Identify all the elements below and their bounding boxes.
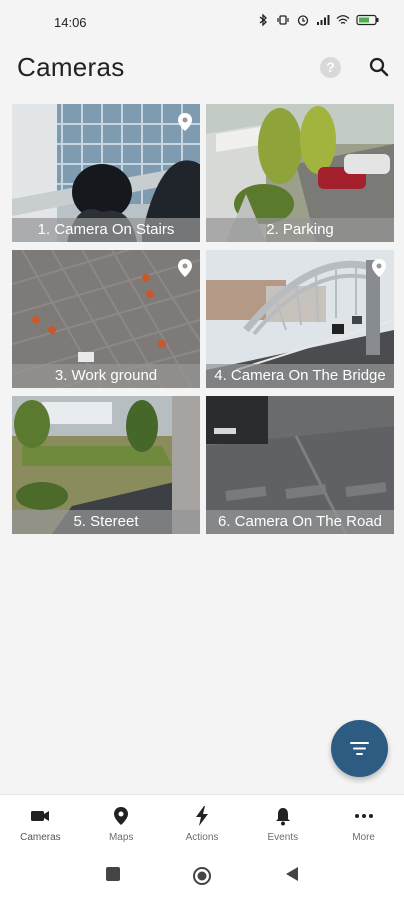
home-button[interactable] — [192, 866, 212, 886]
location-pin-icon — [178, 259, 192, 277]
location-pin-icon — [178, 113, 192, 131]
camera-icon — [31, 811, 50, 821]
nav-label: Events — [267, 832, 299, 843]
help-icon[interactable]: ? — [320, 57, 341, 78]
camera-label: 3. Work ground — [12, 364, 200, 388]
nav-item-more[interactable]: More — [323, 795, 404, 852]
camera-label: 4. Camera On The Bridge — [206, 364, 394, 388]
bell-icon — [275, 808, 290, 826]
more-icon — [354, 814, 373, 818]
camera-tile-5[interactable]: 5. Stereet — [12, 396, 200, 534]
location-pin-icon — [372, 259, 386, 277]
camera-label: 6. Camera On The Road — [206, 510, 394, 534]
camera-tile-3[interactable]: 3. Work ground — [12, 250, 200, 388]
bottom-nav: Cameras Maps Actions Events More — [0, 794, 404, 852]
nav-item-events[interactable]: Events — [242, 795, 323, 852]
back-button[interactable] — [284, 866, 300, 882]
camera-label: 2. Parking — [206, 218, 394, 242]
wifi-icon — [336, 15, 350, 24]
alarm-icon — [297, 15, 309, 26]
status-icons — [256, 14, 380, 26]
nav-label: More — [352, 832, 375, 843]
camera-tile-6[interactable]: 6. Camera On The Road — [206, 396, 394, 534]
page-title: Cameras — [17, 52, 125, 82]
camera-tile-4[interactable]: 4. Camera On The Bridge — [206, 250, 394, 388]
nav-label: Actions — [185, 832, 219, 843]
filter-icon — [350, 742, 369, 755]
system-navigation-bar — [0, 852, 404, 900]
nav-item-cameras[interactable]: Cameras — [0, 795, 81, 852]
nav-item-actions[interactable]: Actions — [162, 795, 243, 852]
recents-button[interactable] — [105, 866, 121, 882]
camera-label: 1. Camera On Stairs — [12, 218, 200, 242]
status-time: 14:06 — [54, 15, 87, 30]
search-icon[interactable] — [367, 55, 391, 79]
nav-label: Maps — [108, 832, 134, 843]
camera-tile-2[interactable]: 2. Parking — [206, 104, 394, 242]
filter-button[interactable] — [331, 720, 388, 777]
lightning-icon — [195, 806, 208, 826]
signal-icon — [317, 15, 330, 25]
map-pin-icon — [114, 807, 129, 825]
nav-label: Cameras — [20, 832, 61, 843]
bluetooth-icon — [259, 14, 267, 26]
vibrate-icon — [277, 15, 289, 25]
app-header: Cameras ? — [0, 44, 404, 100]
camera-tile-1[interactable]: 1. Camera On Stairs — [12, 104, 200, 242]
camera-label: 5. Stereet — [12, 510, 200, 534]
battery-icon — [356, 14, 379, 26]
status-bar: 14:06 — [0, 0, 404, 44]
nav-item-maps[interactable]: Maps — [81, 795, 162, 852]
